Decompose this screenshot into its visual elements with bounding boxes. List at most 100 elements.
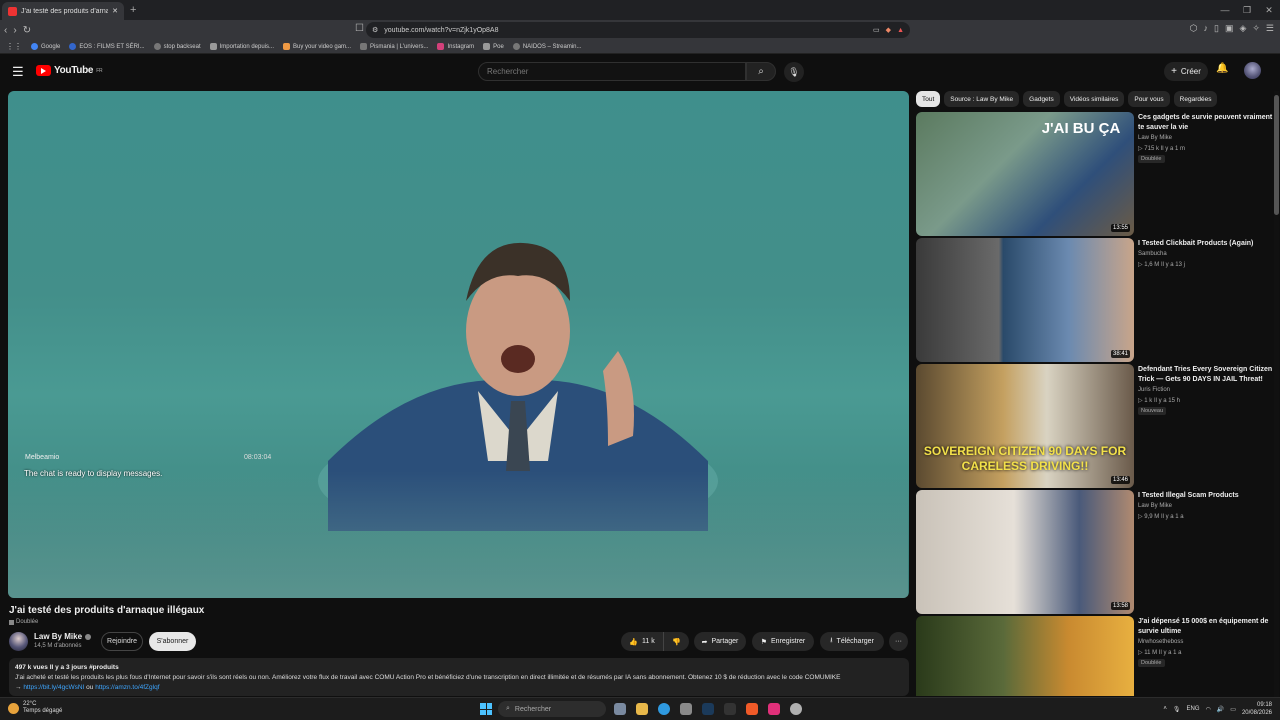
- youtube-logo[interactable]: YouTube FR: [36, 65, 103, 76]
- subscribe-button[interactable]: S'abonner: [149, 632, 196, 651]
- chip-similar[interactable]: Vidéos similaires: [1063, 91, 1125, 107]
- task-view-icon[interactable]: [614, 703, 626, 715]
- scrollbar-thumb[interactable]: [1274, 95, 1279, 215]
- channel-avatar[interactable]: [9, 632, 28, 651]
- chip-source[interactable]: Source : Law By Mike: [944, 91, 1020, 107]
- extension-icon[interactable]: ⬡: [1190, 23, 1198, 34]
- bookmark-google[interactable]: Google: [31, 43, 60, 50]
- share-button[interactable]: ➦ Partager: [694, 632, 746, 651]
- channel-name[interactable]: Sambucha: [1138, 251, 1167, 257]
- brave-shield-icon[interactable]: ◆: [886, 26, 891, 34]
- battery-icon[interactable]: ▭: [1230, 706, 1236, 713]
- create-button[interactable]: + Créer: [1164, 62, 1208, 81]
- video-thumbnail[interactable]: [916, 616, 1134, 696]
- save-button[interactable]: ⚑ Enregistrer: [752, 632, 814, 651]
- file-explorer-icon[interactable]: [636, 703, 648, 715]
- search-button[interactable]: ⌕: [746, 62, 776, 81]
- channel-name[interactable]: Mrwhosetheboss: [1138, 639, 1183, 645]
- chip-gadgets[interactable]: Gadgets: [1023, 91, 1060, 107]
- chevron-up-icon[interactable]: ˄: [1163, 706, 1167, 712]
- more-actions-button[interactable]: ···: [889, 632, 908, 651]
- recommended-video[interactable]: 38:41 I Tested Clickbait Products (Again…: [916, 238, 1276, 362]
- recommended-video[interactable]: J'ai dépensé 15 000$ en équipement de su…: [916, 616, 1276, 696]
- app-icon[interactable]: [790, 703, 802, 715]
- edge-icon[interactable]: [658, 703, 670, 715]
- browser-navbar: ‹ › ↻ ☐ ⚙ youtube.com/watch?v=nZjk1yOp8A…: [0, 20, 1280, 40]
- steam-icon[interactable]: [702, 703, 714, 715]
- wifi-icon[interactable]: ◠: [1206, 706, 1211, 713]
- bookmark-icon[interactable]: ☐: [355, 23, 364, 34]
- download-button[interactable]: ⭳ Télécharger: [820, 632, 884, 651]
- video-duration: 13:55: [1110, 224, 1130, 232]
- bookmark-poe[interactable]: Poe: [483, 43, 504, 50]
- recommended-video[interactable]: SOVEREIGN CITIZEN 90 DAYS FOR CARELESS D…: [916, 364, 1276, 488]
- windows-start-button[interactable]: [480, 703, 492, 715]
- new-tab-button[interactable]: +: [130, 4, 136, 16]
- wallet-icon[interactable]: ▣: [1225, 23, 1234, 34]
- bookmark-pismania[interactable]: Pismania | L'univers...: [360, 43, 428, 50]
- bookmark-stop-backseat[interactable]: stop backseat: [153, 43, 201, 50]
- volume-icon[interactable]: 🔊: [1217, 706, 1224, 713]
- bookmark-importation[interactable]: Importation depuis...: [209, 43, 274, 50]
- tab-title: J'ai testé des produits d'arna: [21, 7, 109, 15]
- video-thumbnail[interactable]: 13:58: [916, 490, 1134, 614]
- back-icon[interactable]: ‹: [4, 25, 7, 36]
- address-bar[interactable]: ⚙ youtube.com/watch?v=nZjk1yOp8A8 ▭ ◆ ▲: [366, 22, 910, 38]
- channel-name[interactable]: Juris Fiction: [1138, 387, 1170, 393]
- maximize-button[interactable]: ❐: [1236, 5, 1258, 16]
- browser-tab[interactable]: J'ai testé des produits d'arna ✕: [2, 2, 124, 20]
- join-button[interactable]: Rejoindre: [101, 632, 143, 651]
- music-icon[interactable]: ♪: [1203, 23, 1208, 34]
- close-window-button[interactable]: ✕: [1258, 5, 1280, 16]
- bookmark-naidos[interactable]: NAIDOS – Streamin...: [512, 43, 582, 50]
- hamburger-menu-icon[interactable]: ☰: [12, 64, 24, 80]
- like-button[interactable]: 👍 11 k: [621, 632, 663, 651]
- search-input[interactable]: Rechercher: [478, 62, 746, 81]
- video-player[interactable]: Melbeamio 08:03:04 The chat is ready to …: [8, 91, 909, 598]
- clock[interactable]: 09:18 20/08/2026: [1242, 701, 1272, 717]
- weather-widget[interactable]: 22°C Temps dégagé: [8, 701, 62, 715]
- sidebar-icon[interactable]: ▯: [1214, 23, 1219, 34]
- description-link[interactable]: https://amzn.to/4fZglqf: [95, 684, 159, 691]
- bookmark-eos[interactable]: EOS : FILMS ET SÉRI...: [69, 43, 145, 50]
- video-thumbnail[interactable]: 38:41: [916, 238, 1134, 362]
- dislike-button[interactable]: 👎: [663, 632, 689, 651]
- taskbar-search[interactable]: ⌕ Rechercher: [498, 701, 606, 717]
- minimize-button[interactable]: —: [1214, 5, 1236, 16]
- leo-icon[interactable]: ✧: [1252, 23, 1260, 34]
- video-thumbnail[interactable]: SOVEREIGN CITIZEN 90 DAYS FOR CARELESS D…: [916, 364, 1134, 488]
- menu-icon[interactable]: ☰: [1266, 23, 1274, 34]
- cast-icon[interactable]: ▭: [873, 26, 880, 34]
- notifications-bell-icon[interactable]: 🔔: [1216, 63, 1228, 74]
- recommended-video[interactable]: 13:58 I Tested Illegal Scam Products Law…: [916, 490, 1276, 614]
- chip-for-you[interactable]: Pour vous: [1128, 91, 1170, 107]
- forward-icon[interactable]: ›: [13, 25, 16, 36]
- chip-all[interactable]: Tout: [916, 91, 941, 107]
- channel-name[interactable]: Law By Mike: [1138, 135, 1172, 141]
- app-icon[interactable]: [724, 703, 736, 715]
- vpn-icon[interactable]: ◈: [1239, 23, 1246, 34]
- account-avatar[interactable]: [1244, 62, 1261, 79]
- description-link[interactable]: https://bit.ly/4gcWsNI: [23, 684, 84, 691]
- apps-grid-icon[interactable]: ⋮⋮: [6, 42, 22, 51]
- plus-icon: +: [1171, 66, 1177, 77]
- microphone-tray-icon[interactable]: 🎙: [1173, 706, 1181, 713]
- bookmark-buy-video-games[interactable]: Buy your video gam...: [283, 43, 351, 50]
- reload-icon[interactable]: ↻: [23, 25, 31, 36]
- site-info-icon[interactable]: ⚙: [372, 26, 378, 34]
- app-icon[interactable]: [768, 703, 780, 715]
- video-description[interactable]: 497 k vues Il y a 3 jours #produits J'ai…: [9, 658, 909, 696]
- brave-icon[interactable]: [746, 703, 758, 715]
- channel-name[interactable]: Law By Mike: [1138, 503, 1172, 509]
- recommended-video[interactable]: J'AI BU ÇA 13:55 Ces gadgets de survie p…: [916, 112, 1276, 236]
- language-indicator[interactable]: ENG: [1187, 706, 1200, 712]
- page-scrollbar[interactable]: [1274, 91, 1279, 697]
- voice-search-button[interactable]: 🎙: [784, 62, 804, 82]
- bookmark-instagram[interactable]: Instagram: [437, 43, 474, 50]
- close-tab-icon[interactable]: ✕: [112, 7, 118, 15]
- video-thumbnail[interactable]: J'AI BU ÇA 13:55: [916, 112, 1134, 236]
- store-icon[interactable]: [680, 703, 692, 715]
- chip-watched[interactable]: Regardées: [1173, 91, 1218, 107]
- channel-name[interactable]: Law By Mike: [34, 632, 92, 641]
- brave-rewards-icon[interactable]: ▲: [897, 27, 904, 34]
